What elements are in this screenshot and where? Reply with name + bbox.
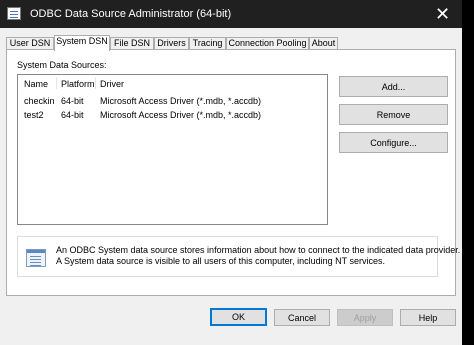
column-header-driver[interactable]: Driver bbox=[100, 79, 124, 89]
column-header-name[interactable]: Name bbox=[24, 79, 48, 89]
window-title: ODBC Data Source Administrator (64-bit) bbox=[30, 8, 232, 20]
column-separator[interactable] bbox=[95, 77, 96, 89]
apply-button: Apply bbox=[337, 309, 393, 326]
info-box: An ODBC System data source stores inform… bbox=[17, 236, 461, 277]
row-name: test2 bbox=[24, 110, 44, 120]
cancel-button[interactable]: Cancel bbox=[274, 309, 330, 326]
add-button[interactable]: Add... bbox=[339, 76, 448, 97]
ok-button[interactable]: OK bbox=[210, 308, 267, 326]
help-button[interactable]: Help bbox=[400, 309, 456, 326]
tab-system-dsn[interactable]: System DSN bbox=[54, 35, 110, 51]
info-line-1: An ODBC System data source stores inform… bbox=[56, 245, 461, 255]
remove-button[interactable]: Remove bbox=[339, 104, 448, 125]
table-row[interactable]: checkin 64-bit Microsoft Access Driver (… bbox=[18, 96, 327, 108]
row-driver: Microsoft Access Driver (*.mdb, *.accdb) bbox=[100, 96, 262, 106]
configure-button[interactable]: Configure... bbox=[339, 132, 448, 153]
column-separator[interactable] bbox=[56, 77, 57, 89]
info-line-2: A System data source is visible to all u… bbox=[56, 256, 385, 266]
system-data-sources-label: System Data Sources: bbox=[17, 60, 107, 70]
row-platform: 64-bit bbox=[61, 110, 84, 120]
data-sources-list[interactable]: Name Platform Driver checkin 64-bit Micr… bbox=[17, 74, 328, 225]
odbc-window-icon bbox=[7, 7, 21, 20]
data-source-info-icon bbox=[26, 249, 46, 267]
column-header-platform[interactable]: Platform bbox=[61, 79, 95, 89]
row-driver: Microsoft Access Driver (*.mdb, *.accdb) bbox=[100, 110, 262, 120]
row-name: checkin bbox=[24, 96, 55, 106]
row-platform: 64-bit bbox=[61, 96, 84, 106]
system-dsn-panel: System Data Sources: Name Platform Drive… bbox=[6, 49, 461, 296]
odbc-dialog: ODBC Data Source Administrator (64-bit) … bbox=[0, 0, 462, 345]
info-text: An ODBC System data source stores inform… bbox=[56, 245, 461, 267]
close-button[interactable]: ✕ bbox=[423, 0, 462, 28]
table-row[interactable]: test2 64-bit Microsoft Access Driver (*.… bbox=[18, 110, 327, 122]
title-bar[interactable]: ODBC Data Source Administrator (64-bit) … bbox=[0, 0, 462, 28]
list-header: Name Platform Driver bbox=[18, 75, 327, 91]
